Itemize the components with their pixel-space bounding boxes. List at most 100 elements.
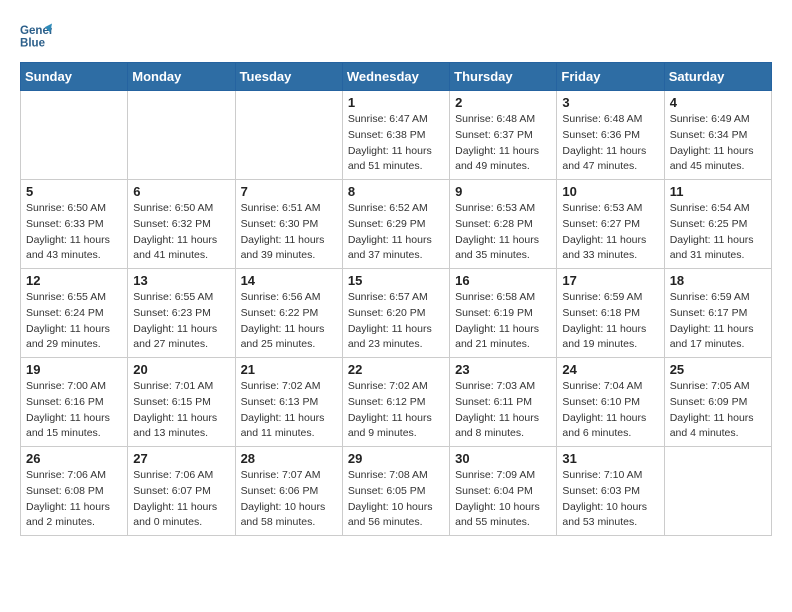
day-number: 6 (133, 184, 229, 199)
calendar-cell: 17 Sunrise: 6:59 AM Sunset: 6:18 PM Dayli… (557, 269, 664, 358)
calendar-cell: 8 Sunrise: 6:52 AM Sunset: 6:29 PM Daylig… (342, 180, 449, 269)
day-info: Sunrise: 6:58 AM Sunset: 6:19 PM Dayligh… (455, 290, 551, 353)
day-number: 14 (241, 273, 337, 288)
day-number: 5 (26, 184, 122, 199)
calendar-cell: 20Sunrise: 7:01 AM Sunset: 6:15 PM Dayli… (128, 358, 235, 447)
day-number: 9 (455, 184, 551, 199)
weekday-header-thursday: Thursday (450, 63, 557, 91)
day-number: 10 (562, 184, 658, 199)
day-number: 17 (562, 273, 658, 288)
day-info: Sunrise: 6:55 AM Sunset: 6:23 PM Dayligh… (133, 290, 229, 353)
day-number: 16 (455, 273, 551, 288)
calendar-cell: 26Sunrise: 7:06 AM Sunset: 6:08 PM Dayli… (21, 447, 128, 536)
calendar-cell: 16 Sunrise: 6:58 AM Sunset: 6:19 PM Dayli… (450, 269, 557, 358)
day-number: 21 (241, 362, 337, 377)
day-number: 20 (133, 362, 229, 377)
weekday-header-monday: Monday (128, 63, 235, 91)
day-info: Sunrise: 6:49 AM Sunset: 6:34 PM Dayligh… (670, 112, 766, 175)
calendar-cell: 12 Sunrise: 6:55 AM Sunset: 6:24 PM Dayli… (21, 269, 128, 358)
day-number: 26 (26, 451, 122, 466)
day-number: 28 (241, 451, 337, 466)
calendar-cell (21, 91, 128, 180)
day-number: 3 (562, 95, 658, 110)
day-number: 1 (348, 95, 444, 110)
day-info: Sunrise: 6:54 AM Sunset: 6:25 PM Dayligh… (670, 201, 766, 264)
calendar-cell: 1Sunrise: 6:47 AM Sunset: 6:38 PM Daylig… (342, 91, 449, 180)
calendar-week-row: 12 Sunrise: 6:55 AM Sunset: 6:24 PM Dayli… (21, 269, 772, 358)
day-info: Sunrise: 6:52 AM Sunset: 6:29 PM Dayligh… (348, 201, 444, 264)
day-info: Sunrise: 6:56 AM Sunset: 6:22 PM Dayligh… (241, 290, 337, 353)
calendar-cell: 10 Sunrise: 6:53 AM Sunset: 6:27 PM Dayli… (557, 180, 664, 269)
weekday-header-row: SundayMondayTuesdayWednesdayThursdayFrid… (21, 63, 772, 91)
day-info: Sunrise: 7:09 AM Sunset: 6:04 PM Dayligh… (455, 468, 551, 531)
weekday-header-sunday: Sunday (21, 63, 128, 91)
day-info: Sunrise: 6:53 AM Sunset: 6:27 PM Dayligh… (562, 201, 658, 264)
day-number: 18 (670, 273, 766, 288)
calendar-cell: 2 Sunrise: 6:48 AM Sunset: 6:37 PM Daylig… (450, 91, 557, 180)
calendar-cell: 3 Sunrise: 6:48 AM Sunset: 6:36 PM Daylig… (557, 91, 664, 180)
day-number: 12 (26, 273, 122, 288)
day-info: Sunrise: 6:59 AM Sunset: 6:17 PM Dayligh… (670, 290, 766, 353)
day-number: 4 (670, 95, 766, 110)
calendar-cell: 29 Sunrise: 7:08 AM Sunset: 6:05 PM Dayli… (342, 447, 449, 536)
logo-icon: General Blue (20, 20, 52, 52)
calendar-cell: 27 Sunrise: 7:06 AM Sunset: 6:07 PM Dayli… (128, 447, 235, 536)
calendar-cell: 4 Sunrise: 6:49 AM Sunset: 6:34 PM Daylig… (664, 91, 771, 180)
weekday-header-saturday: Saturday (664, 63, 771, 91)
calendar-cell: 24 Sunrise: 7:04 AM Sunset: 6:10 PM Dayli… (557, 358, 664, 447)
day-number: 19 (26, 362, 122, 377)
svg-text:Blue: Blue (20, 38, 46, 50)
calendar-cell: 21Sunrise: 7:02 AM Sunset: 6:13 PM Dayli… (235, 358, 342, 447)
day-number: 2 (455, 95, 551, 110)
calendar-cell: 11Sunrise: 6:54 AM Sunset: 6:25 PM Dayli… (664, 180, 771, 269)
day-info: Sunrise: 7:06 AM Sunset: 6:07 PM Dayligh… (133, 468, 229, 531)
day-number: 31 (562, 451, 658, 466)
day-number: 15 (348, 273, 444, 288)
day-number: 23 (455, 362, 551, 377)
weekday-header-tuesday: Tuesday (235, 63, 342, 91)
day-info: Sunrise: 7:08 AM Sunset: 6:05 PM Dayligh… (348, 468, 444, 531)
calendar-cell: 30Sunrise: 7:09 AM Sunset: 6:04 PM Dayli… (450, 447, 557, 536)
day-info: Sunrise: 6:53 AM Sunset: 6:28 PM Dayligh… (455, 201, 551, 264)
page-header: General Blue (20, 20, 772, 52)
calendar-cell: 25 Sunrise: 7:05 AM Sunset: 6:09 PM Dayli… (664, 358, 771, 447)
logo: General Blue (20, 20, 56, 52)
calendar-cell: 22Sunrise: 7:02 AM Sunset: 6:12 PM Dayli… (342, 358, 449, 447)
day-info: Sunrise: 6:48 AM Sunset: 6:36 PM Dayligh… (562, 112, 658, 175)
day-info: Sunrise: 6:51 AM Sunset: 6:30 PM Dayligh… (241, 201, 337, 264)
weekday-header-friday: Friday (557, 63, 664, 91)
day-info: Sunrise: 7:10 AM Sunset: 6:03 PM Dayligh… (562, 468, 658, 531)
calendar-cell: 6 Sunrise: 6:50 AM Sunset: 6:32 PM Daylig… (128, 180, 235, 269)
day-info: Sunrise: 7:05 AM Sunset: 6:09 PM Dayligh… (670, 379, 766, 442)
day-info: Sunrise: 7:03 AM Sunset: 6:11 PM Dayligh… (455, 379, 551, 442)
day-info: Sunrise: 6:59 AM Sunset: 6:18 PM Dayligh… (562, 290, 658, 353)
calendar-cell: 31 Sunrise: 7:10 AM Sunset: 6:03 PM Dayli… (557, 447, 664, 536)
day-number: 8 (348, 184, 444, 199)
calendar-cell: 9 Sunrise: 6:53 AM Sunset: 6:28 PM Daylig… (450, 180, 557, 269)
day-info: Sunrise: 7:04 AM Sunset: 6:10 PM Dayligh… (562, 379, 658, 442)
weekday-header-wednesday: Wednesday (342, 63, 449, 91)
day-info: Sunrise: 7:00 AM Sunset: 6:16 PM Dayligh… (26, 379, 122, 442)
calendar-week-row: 5Sunrise: 6:50 AM Sunset: 6:33 PM Daylig… (21, 180, 772, 269)
calendar-cell: 28 Sunrise: 7:07 AM Sunset: 6:06 PM Dayli… (235, 447, 342, 536)
calendar-cell: 19 Sunrise: 7:00 AM Sunset: 6:16 PM Dayli… (21, 358, 128, 447)
day-info: Sunrise: 6:57 AM Sunset: 6:20 PM Dayligh… (348, 290, 444, 353)
calendar-cell: 7 Sunrise: 6:51 AM Sunset: 6:30 PM Daylig… (235, 180, 342, 269)
day-info: Sunrise: 6:48 AM Sunset: 6:37 PM Dayligh… (455, 112, 551, 175)
calendar-cell: 14 Sunrise: 6:56 AM Sunset: 6:22 PM Dayli… (235, 269, 342, 358)
day-info: Sunrise: 6:55 AM Sunset: 6:24 PM Dayligh… (26, 290, 122, 353)
day-info: Sunrise: 6:50 AM Sunset: 6:32 PM Dayligh… (133, 201, 229, 264)
calendar-cell (235, 91, 342, 180)
calendar-cell (664, 447, 771, 536)
day-number: 25 (670, 362, 766, 377)
day-number: 13 (133, 273, 229, 288)
calendar-cell: 5Sunrise: 6:50 AM Sunset: 6:33 PM Daylig… (21, 180, 128, 269)
day-number: 24 (562, 362, 658, 377)
calendar-table: SundayMondayTuesdayWednesdayThursdayFrid… (20, 62, 772, 536)
day-number: 22 (348, 362, 444, 377)
day-info: Sunrise: 7:07 AM Sunset: 6:06 PM Dayligh… (241, 468, 337, 531)
day-number: 27 (133, 451, 229, 466)
day-number: 7 (241, 184, 337, 199)
calendar-cell (128, 91, 235, 180)
day-number: 29 (348, 451, 444, 466)
